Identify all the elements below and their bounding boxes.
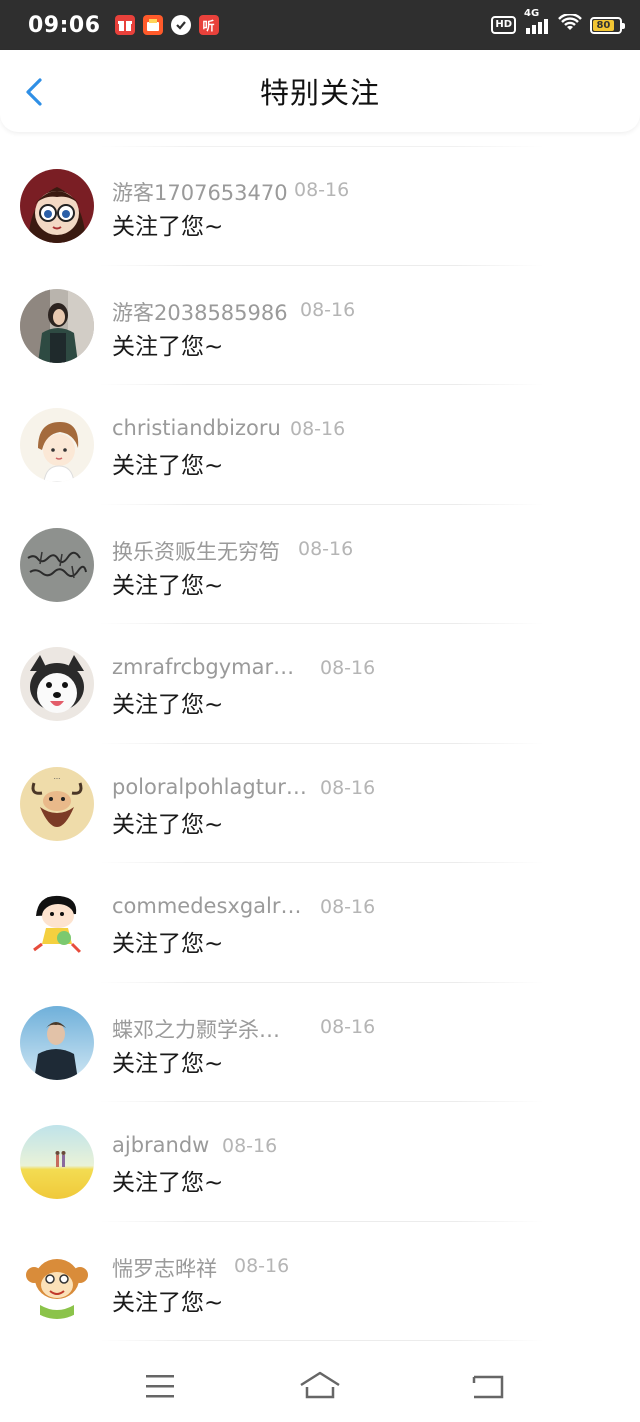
notification-date: 08-16 (320, 657, 376, 679)
avatar[interactable] (20, 527, 94, 602)
notification-icons: 听 (114, 15, 219, 35)
notification-date: 08-16 (320, 1015, 376, 1038)
user-name[interactable]: 惴罗志晔祥 (112, 1253, 217, 1283)
notification-date: 08-16 (290, 418, 346, 440)
list-item[interactable]: 游客2038585986 08-16 关注了您~ (0, 266, 640, 386)
gift-icon (114, 15, 135, 35)
user-name[interactable]: 游客2038585986 (112, 297, 288, 327)
user-name[interactable]: 蝶邓之力颢学杀… (112, 1014, 280, 1044)
notification-message: 关注了您~ (112, 811, 224, 838)
back-icon (472, 1375, 504, 1399)
notification-message: 关注了您~ (112, 1170, 224, 1196)
list-item[interactable]: ajbrandw 08-16 关注了您~ (0, 1102, 640, 1222)
user-name[interactable]: 游客1707653470 (112, 177, 288, 207)
avatar[interactable] (20, 1005, 94, 1080)
list-item[interactable]: ... poloralpohlagtur… 08-16 关注了您~ (0, 744, 640, 864)
notification-message: 关注了您~ (112, 214, 224, 240)
user-name[interactable]: christiandbizoru (112, 416, 281, 440)
user-name[interactable]: ajbrandw (112, 1133, 209, 1157)
avatar[interactable] (20, 169, 94, 243)
svg-text:...: ... (54, 773, 61, 781)
back-nav-button[interactable] (466, 1366, 510, 1406)
avatar[interactable] (20, 647, 94, 721)
notification-date: 08-16 (300, 298, 356, 321)
notification-date: 08-16 (298, 537, 354, 560)
wifi-icon (558, 13, 582, 36)
avatar[interactable]: ... (20, 766, 94, 841)
list-item[interactable]: commedesxgalr… 08-16 关注了您~ (0, 863, 640, 983)
avatar[interactable] (20, 1125, 94, 1199)
list-item[interactable]: 惴罗志晔祥 08-16 关注了您~ (0, 1222, 640, 1342)
status-bar: 09:06 听 HD 4G 80 (0, 0, 640, 50)
home-icon (300, 1371, 340, 1399)
notification-list: 游客1707653470 08-16 关注了您~ 游客2038585986 08… (0, 146, 640, 1341)
chevron-left-icon (26, 78, 42, 106)
ting-app-icon: 听 (198, 15, 219, 35)
status-time: 09:06 (28, 12, 101, 38)
hd-icon: HD (491, 16, 516, 34)
notification-date: 08-16 (294, 179, 350, 201)
page-title: 特别关注 (259, 76, 380, 110)
list-item[interactable]: christiandbizoru 08-16 关注了您~ (0, 385, 640, 505)
menu-button[interactable] (138, 1366, 182, 1406)
system-nav-bar (0, 1352, 640, 1422)
list-item[interactable]: zmrafrcbgymar… 08-16 关注了您~ (0, 624, 640, 744)
notification-message: 关注了您~ (112, 692, 224, 718)
notification-message: 关注了您~ (112, 453, 224, 479)
battery-icon: 80 (590, 16, 625, 34)
list-item[interactable]: 游客1707653470 08-16 关注了您~ (0, 146, 640, 266)
top-header: 特别关注 (0, 50, 640, 132)
menu-icon (146, 1375, 174, 1398)
notification-date: 08-16 (234, 1254, 290, 1277)
notification-message: 关注了您~ (112, 333, 224, 360)
notification-date: 08-16 (222, 1135, 278, 1157)
avatar[interactable] (20, 408, 94, 482)
status-indicators: HD 4G 80 (491, 8, 625, 36)
home-button[interactable] (298, 1366, 342, 1406)
user-name[interactable]: poloralpohlagtur… (112, 775, 307, 799)
signal-icon: 4G (524, 8, 550, 34)
user-name[interactable]: zmrafrcbgymar… (112, 655, 294, 679)
back-button[interactable] (18, 72, 54, 112)
avatar[interactable] (20, 886, 94, 960)
list-item[interactable]: 蝶邓之力颢学杀… 08-16 关注了您~ (0, 983, 640, 1103)
avatar[interactable] (20, 1244, 94, 1319)
notification-date: 08-16 (320, 896, 376, 918)
notification-message: 关注了您~ (112, 572, 224, 599)
user-name[interactable]: 换乐资贩生无穷笱 (112, 536, 280, 566)
notification-message: 关注了您~ (112, 1289, 224, 1316)
notification-message: 关注了您~ (112, 1050, 224, 1077)
avatar[interactable] (20, 288, 94, 363)
special-follow-screen: 09:06 听 HD 4G 80 特别关注 游客1707653470 08-16… (0, 0, 640, 1422)
list-item[interactable]: 换乐资贩生无穷笱 08-16 关注了您~ (0, 505, 640, 625)
notification-date: 08-16 (320, 776, 376, 799)
shop-icon (142, 15, 163, 35)
notification-message: 关注了您~ (112, 931, 224, 957)
check-circle-icon (170, 15, 191, 35)
user-name[interactable]: commedesxgalr… (112, 894, 302, 918)
